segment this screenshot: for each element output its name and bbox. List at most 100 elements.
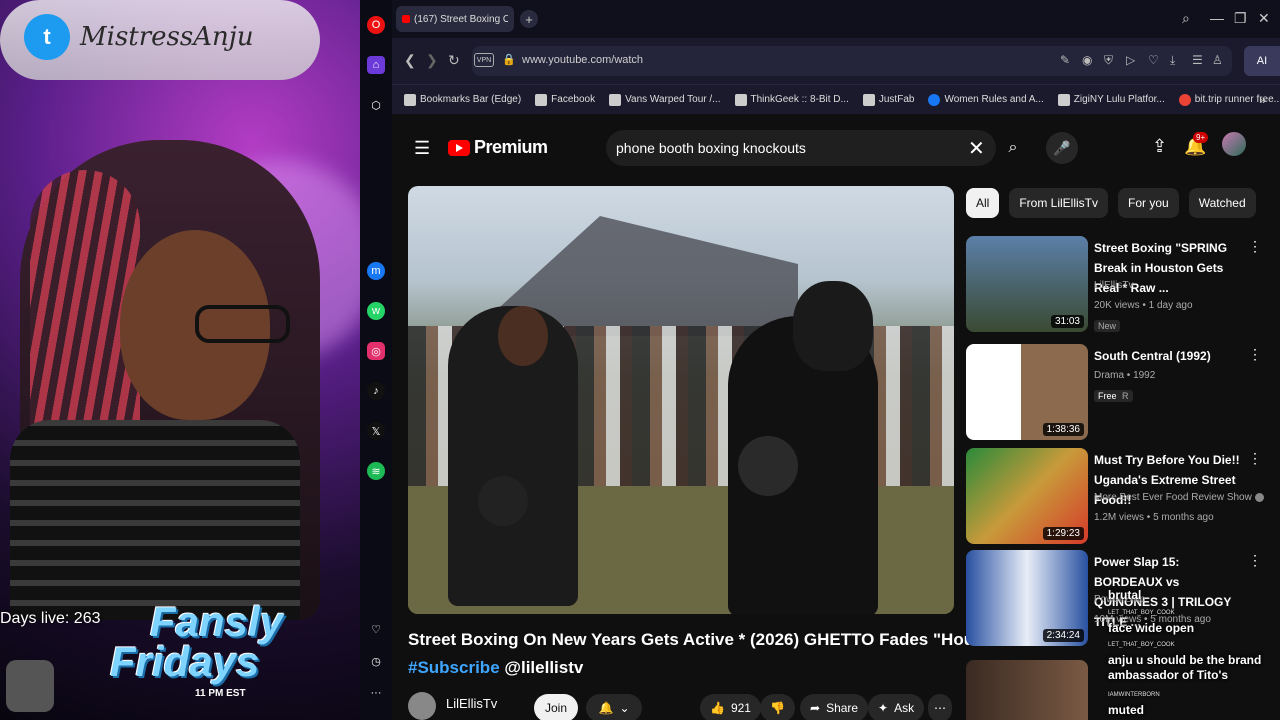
maximize-icon[interactable]: ❐ — [1234, 10, 1247, 27]
new-tab-icon[interactable]: + — [520, 10, 538, 28]
bookmark-item[interactable]: JustFab — [862, 93, 914, 106]
search-box[interactable]: phone booth boxing knockouts ✕ — [606, 130, 996, 166]
ai-button[interactable]: AI — [1244, 46, 1280, 76]
rating-badge: R — [1118, 390, 1133, 402]
bookmark-item[interactable]: Vans Warped Tour /... — [609, 93, 721, 106]
dislike-button[interactable]: 👎 — [760, 694, 795, 720]
shield-icon[interactable]: ⛨ — [1104, 53, 1113, 68]
bookmark-label: Vans Warped Tour /... — [625, 94, 721, 105]
related-title[interactable]: South Central (1992) — [1094, 346, 1244, 366]
opera-icon[interactable]: O — [367, 16, 385, 34]
edit-icon[interactable]: ✎ — [1060, 53, 1070, 67]
url-text[interactable]: www.youtube.com/watch — [522, 54, 643, 66]
minimize-icon[interactable]: — — [1210, 10, 1224, 26]
favorites-icon[interactable]: ♡ — [1148, 53, 1159, 67]
video-thumbnail[interactable]: 31:03 — [966, 236, 1088, 332]
tiktok-icon[interactable]: ♪ — [367, 382, 385, 400]
thumbs-down-icon: 👎 — [770, 701, 785, 715]
video-thumbnail[interactable]: 2:34:24 — [966, 550, 1088, 646]
bookmark-item[interactable]: Women Rules and A... — [928, 93, 1044, 106]
channel-name[interactable]: LilEllisTv — [446, 696, 497, 711]
microphone-icon[interactable]: 🎤 — [1046, 132, 1078, 164]
forward-icon[interactable]: ❯ — [426, 52, 438, 69]
search-icon[interactable]: ⌕ — [996, 130, 1030, 166]
chat-message: anju u should be the brand ambassador of… — [1108, 653, 1262, 682]
related-video[interactable]: 1:29:23 Must Try Before You Die!! Uganda… — [966, 448, 1276, 544]
profile-icon[interactable]: ♙ — [1212, 53, 1223, 67]
heart-icon[interactable]: ♡ — [367, 620, 385, 638]
video-thumbnail[interactable]: 1:38:36 — [966, 344, 1088, 440]
hashtag-link[interactable]: #Subscribe — [408, 658, 500, 677]
tab-bar: (167) Street Boxing On Ne + ⌕ — ❐ ✕ — [392, 0, 1280, 38]
home-icon[interactable]: ⌂ — [367, 56, 385, 74]
messenger-icon[interactable]: m — [367, 262, 385, 280]
related-video[interactable]: 31:03 Street Boxing "SPRING Break in Hou… — [966, 236, 1276, 332]
history-icon[interactable]: ◷ — [367, 652, 385, 670]
scene-fighter-right-head — [793, 281, 873, 371]
more-icon[interactable]: ··· — [367, 684, 385, 702]
reload-icon[interactable]: ↻ — [448, 52, 460, 69]
join-button[interactable]: Join — [534, 694, 578, 720]
spotify-icon[interactable]: ≋ — [367, 462, 385, 480]
more-icon: ⋯ — [934, 701, 946, 715]
chip-watched[interactable]: Watched — [1188, 188, 1256, 218]
youtube-logo[interactable]: Premium — [448, 137, 548, 158]
whatsapp-icon[interactable]: w — [367, 302, 385, 320]
upload-icon[interactable]: ⇪ — [1152, 136, 1167, 157]
bookmark-item[interactable]: ThinkGeek :: 8-Bit D... — [734, 93, 849, 106]
kebab-menu-icon[interactable]: ⋮ — [1248, 346, 1262, 363]
bookmark-item[interactable]: ZigiNY Lulu Platfor... — [1057, 93, 1165, 106]
lock-icon[interactable]: 🔒 — [502, 53, 516, 66]
channel-avatar[interactable] — [408, 692, 436, 720]
video-tags: #Subscribe @lilellistv — [408, 658, 583, 678]
x-icon[interactable]: 𝕏 — [367, 422, 385, 440]
video-player[interactable] — [408, 186, 954, 614]
more-actions-button[interactable]: ⋯ — [928, 694, 952, 720]
youtube-header: ☰ Premium phone booth boxing knockouts ✕… — [396, 114, 1280, 182]
vpn-badge[interactable]: VPN — [474, 53, 494, 67]
back-icon[interactable]: ❮ — [404, 52, 416, 69]
bookmark-label: ZigiNY Lulu Platfor... — [1073, 94, 1165, 105]
fridays-text: Fridays — [110, 638, 260, 685]
related-video[interactable]: 1:38:36 South Central (1992) Drama • 199… — [966, 344, 1276, 440]
chat-message: brutal — [1108, 588, 1142, 602]
facebook-icon — [928, 93, 941, 106]
instagram-icon[interactable]: ◎ — [367, 342, 385, 360]
close-window-icon[interactable]: ✕ — [1258, 10, 1270, 27]
download-icon[interactable]: ⤓ — [1170, 53, 1175, 68]
handle-link[interactable]: @lilellistv — [504, 658, 583, 677]
player-icon[interactable]: ▷ — [1126, 53, 1135, 67]
search-input[interactable]: phone booth boxing knockouts — [616, 140, 806, 156]
camera-icon[interactable]: ◉ — [1082, 53, 1092, 67]
thumbs-up-icon: 👍 — [710, 701, 725, 715]
more-bookmarks-icon[interactable]: » — [1259, 93, 1266, 107]
subscribed-bell-button[interactable]: 🔔 ⌄ — [586, 694, 642, 720]
kebab-menu-icon[interactable]: ⋮ — [1248, 238, 1262, 255]
easy-setup-icon[interactable]: ☰ — [1192, 53, 1203, 67]
tab-title: (167) Street Boxing On Ne — [413, 13, 508, 25]
video-thumbnail[interactable]: 1:29:23 — [966, 448, 1088, 544]
related-channel[interactable]: LilEllisTv — [1094, 280, 1133, 291]
speed-dial-icon[interactable]: ⬡ — [367, 96, 385, 114]
like-button[interactable]: 👍 921 — [700, 694, 761, 720]
share-button[interactable]: ➦ Share — [800, 694, 869, 720]
bookmark-item[interactable]: Facebook — [535, 93, 595, 106]
address-bar: ❮ ❯ ↻ VPN 🔒 www.youtube.com/watch ✎ ◉ ⛨ … — [392, 38, 1280, 84]
related-channel[interactable]: More Best Ever Food Review Show — [1094, 492, 1264, 503]
account-avatar[interactable] — [1222, 132, 1246, 156]
tab-youtube[interactable]: (167) Street Boxing On Ne — [396, 6, 514, 32]
logo-text: Premium — [474, 137, 548, 157]
ask-button[interactable]: ✦ Ask — [868, 694, 925, 720]
chip-from-channel[interactable]: From LilEllisTv — [1009, 188, 1109, 218]
bookmark-item[interactable]: Bookmarks Bar (Edge) — [404, 93, 521, 106]
clear-search-icon[interactable]: ✕ — [968, 136, 985, 161]
chat-username: IAMWINTERBORN — [1108, 692, 1160, 698]
menu-icon[interactable]: ☰ — [414, 138, 430, 159]
stream-overlay: t MistressAnju Days live: 263 Fansly Fri… — [0, 0, 360, 720]
chip-for-you[interactable]: For you — [1118, 188, 1179, 218]
kebab-menu-icon[interactable]: ⋮ — [1248, 552, 1262, 569]
search-tabs-icon[interactable]: ⌕ — [1182, 10, 1190, 27]
kebab-menu-icon[interactable]: ⋮ — [1248, 450, 1262, 467]
video-thumbnail[interactable] — [966, 660, 1088, 720]
chip-all[interactable]: All — [966, 188, 1000, 218]
